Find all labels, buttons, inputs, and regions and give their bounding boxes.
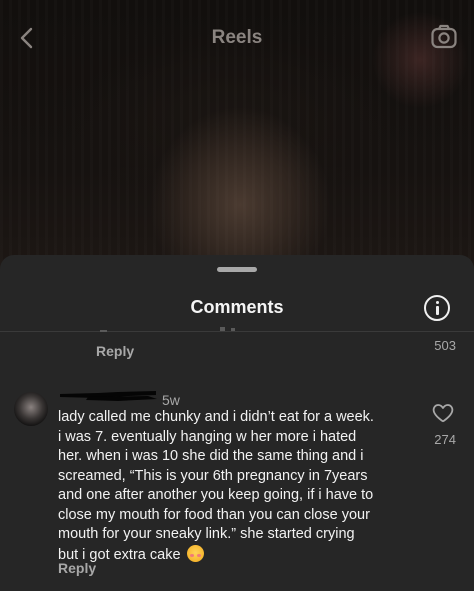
comment-line: her. when i was 10 she did the same thin… <box>58 448 364 464</box>
comment-line-last: but i got extra cake <box>58 544 418 566</box>
comment-text: lady called me chunky and i didn’t eat f… <box>58 408 418 565</box>
comments-sheet: Comments Reply 503 5w lady called me chu… <box>0 255 474 591</box>
info-icon[interactable] <box>424 295 450 321</box>
page-title: Reels <box>211 27 263 48</box>
like-count: 274 <box>434 432 456 447</box>
avatar[interactable] <box>14 392 48 426</box>
smiling-face-with-hearts-emoji <box>186 544 204 562</box>
heart-outline-icon[interactable] <box>432 403 454 423</box>
username-redaction <box>60 391 157 401</box>
comment-line: i was 7. eventually hanging w her more i… <box>58 428 357 445</box>
comment-line: and one after another you keep going, if… <box>58 487 374 503</box>
clipped-comment-text <box>100 327 235 332</box>
reels-comments-screen: Reels Comments Reply 503 5w lady called … <box>0 0 474 591</box>
sheet-drag-handle[interactable] <box>217 267 257 272</box>
comment-line: close my mouth for food than you can clo… <box>58 506 370 523</box>
comment-line: mouth for your sneaky link.” she started… <box>58 526 355 542</box>
camera-icon[interactable] <box>430 23 458 51</box>
comment-line: lady called me chunky and i didn’t eat f… <box>58 409 374 425</box>
comment-timestamp: 5w <box>162 392 180 408</box>
reply-button[interactable]: Reply <box>58 560 96 576</box>
comment-line: screamed, “This is your 6th pregnancy in… <box>58 467 368 484</box>
like-count: 503 <box>434 338 456 353</box>
comments-title: Comments <box>190 297 284 317</box>
top-bar: Reels <box>0 0 474 76</box>
reply-button[interactable]: Reply <box>96 343 134 359</box>
